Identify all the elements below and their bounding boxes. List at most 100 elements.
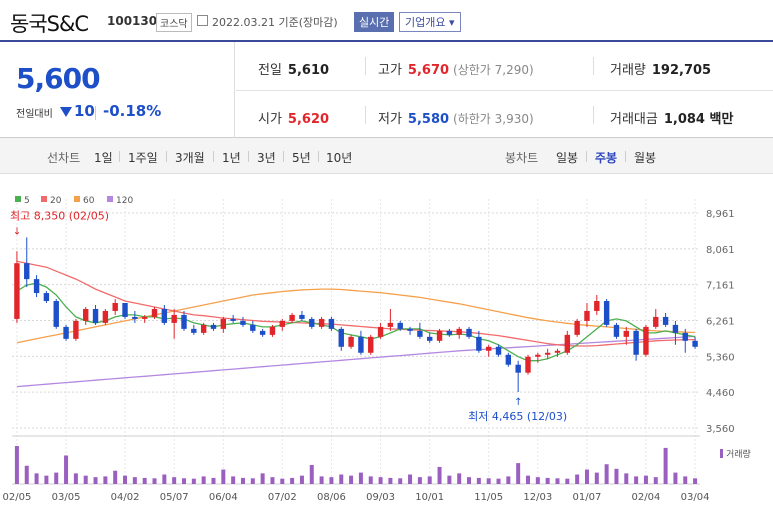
period-1d[interactable]: 1일	[94, 149, 113, 166]
base-date: 2022.03.21 기준(장마감)	[212, 16, 338, 29]
volume-bar	[73, 473, 78, 484]
candle-body	[544, 352, 551, 355]
low-annotation: 최저 4,465 (12/03)	[468, 410, 567, 423]
change-value: 10	[74, 102, 95, 120]
volume-bar	[260, 473, 265, 484]
candle-body	[672, 324, 679, 333]
volume-bar	[290, 477, 295, 484]
legend-swatch	[41, 196, 47, 202]
volume-bar	[516, 463, 521, 484]
volume-bar	[476, 477, 481, 484]
x-axis: 02/05 03/05 04/02 05/07 06/04 07/02 08/06 09/03…	[3, 492, 710, 503]
divider	[283, 151, 284, 162]
candle-body	[495, 346, 502, 355]
x-tick-label: 10/01	[415, 492, 444, 503]
period-1w[interactable]: 1주일	[128, 149, 158, 166]
candle-body	[466, 328, 472, 337]
row-divider	[236, 90, 773, 91]
candle-body	[515, 364, 521, 373]
legend-label: 20	[50, 196, 62, 206]
volume-bar	[142, 477, 147, 484]
volume-bar	[162, 474, 167, 484]
y-tick-label: 3,560	[706, 424, 735, 435]
candle-body	[171, 314, 177, 323]
company-info-dropdown[interactable]: 기업개요 ▾	[399, 12, 461, 32]
x-tick-label: 11/05	[474, 492, 503, 503]
volume-bar	[663, 447, 668, 484]
legend-label: 5	[24, 196, 30, 206]
y-tick-label: 5,360	[706, 352, 735, 363]
candle-body	[584, 310, 590, 321]
candlesticks	[14, 237, 698, 392]
low-arrow-icon: ↑	[514, 397, 522, 408]
ma120-line	[16, 335, 696, 388]
candle-body	[24, 263, 30, 280]
period-5y[interactable]: 5년	[292, 149, 311, 166]
stock-header: 동국S&C 100130 코스닥 2022.03.21 기준(장마감) 실시간 …	[0, 0, 773, 40]
volume-bar	[152, 478, 157, 484]
divider	[318, 151, 319, 162]
candle-body	[348, 336, 354, 347]
calendar-icon	[197, 15, 208, 26]
volume-bar	[83, 475, 88, 484]
volume-bar	[182, 478, 186, 484]
volume-bar	[231, 476, 236, 484]
volume: 거래량 192,705	[610, 59, 711, 78]
high-value: 5,670	[407, 63, 450, 78]
line-chart-label: 선차트	[47, 151, 81, 165]
legend-swatch	[15, 196, 21, 202]
x-tick-label: 05/07	[160, 492, 189, 503]
candle-body	[427, 336, 433, 341]
volume-bar	[44, 475, 49, 484]
period-10y[interactable]: 10년	[326, 149, 352, 166]
x-tick-label: 03/04	[681, 492, 710, 503]
candle-body	[141, 316, 148, 319]
candle-body	[485, 346, 492, 351]
candle-daily[interactable]: 일봉	[556, 149, 578, 166]
volume-bar	[250, 478, 255, 484]
candle-body	[574, 320, 580, 335]
prev-close: 전일 5,610	[258, 59, 329, 78]
low-label: 저가	[378, 112, 402, 127]
trade-amount: 거래대금 1,084 백만	[610, 108, 733, 127]
volume-bar	[584, 469, 589, 484]
candle-body	[564, 334, 571, 353]
candle-body	[623, 330, 629, 337]
candle-monthly[interactable]: 월봉	[634, 149, 656, 166]
realtime-button[interactable]: 실시간	[354, 12, 395, 32]
volume-bar	[339, 474, 344, 484]
x-tick-label: 06/04	[209, 492, 238, 503]
volume-bar	[417, 477, 422, 484]
candle-body	[446, 330, 453, 335]
volume-bar	[388, 477, 393, 484]
candle-body	[200, 324, 207, 333]
candle-body	[407, 328, 413, 331]
chart-grid	[12, 199, 700, 485]
change-label: 전일대비	[16, 109, 53, 120]
period-3m[interactable]: 3개월	[175, 149, 205, 166]
ma20-line	[16, 260, 696, 347]
candle-body	[318, 318, 325, 327]
divider	[166, 151, 167, 162]
candle-body	[309, 318, 315, 327]
candle-weekly[interactable]: 주봉	[595, 149, 617, 166]
x-tick-label: 03/05	[52, 492, 81, 503]
candle-body	[603, 301, 610, 325]
volume-bar	[113, 470, 118, 484]
candle-body	[250, 324, 256, 331]
volume-bar	[358, 472, 363, 484]
period-3y[interactable]: 3년	[257, 149, 276, 166]
period-1y[interactable]: 1년	[222, 149, 241, 166]
volume-bar	[496, 478, 501, 484]
candle-body	[653, 316, 659, 327]
candle-body	[53, 301, 59, 327]
volume-bar	[653, 477, 658, 484]
candle-body	[259, 330, 266, 335]
volume-bar	[211, 477, 216, 484]
y-tick-label: 8,061	[706, 245, 735, 256]
lower-limit: (하한가 3,930)	[453, 112, 534, 126]
amount-label: 거래대금	[610, 112, 658, 127]
volume-bar	[673, 472, 678, 484]
stock-chart[interactable]: 5 20 60 120 8,961 8,061 7,161 6,261 5,360 4,460 3…	[0, 174, 773, 510]
volume-bar	[54, 472, 59, 484]
